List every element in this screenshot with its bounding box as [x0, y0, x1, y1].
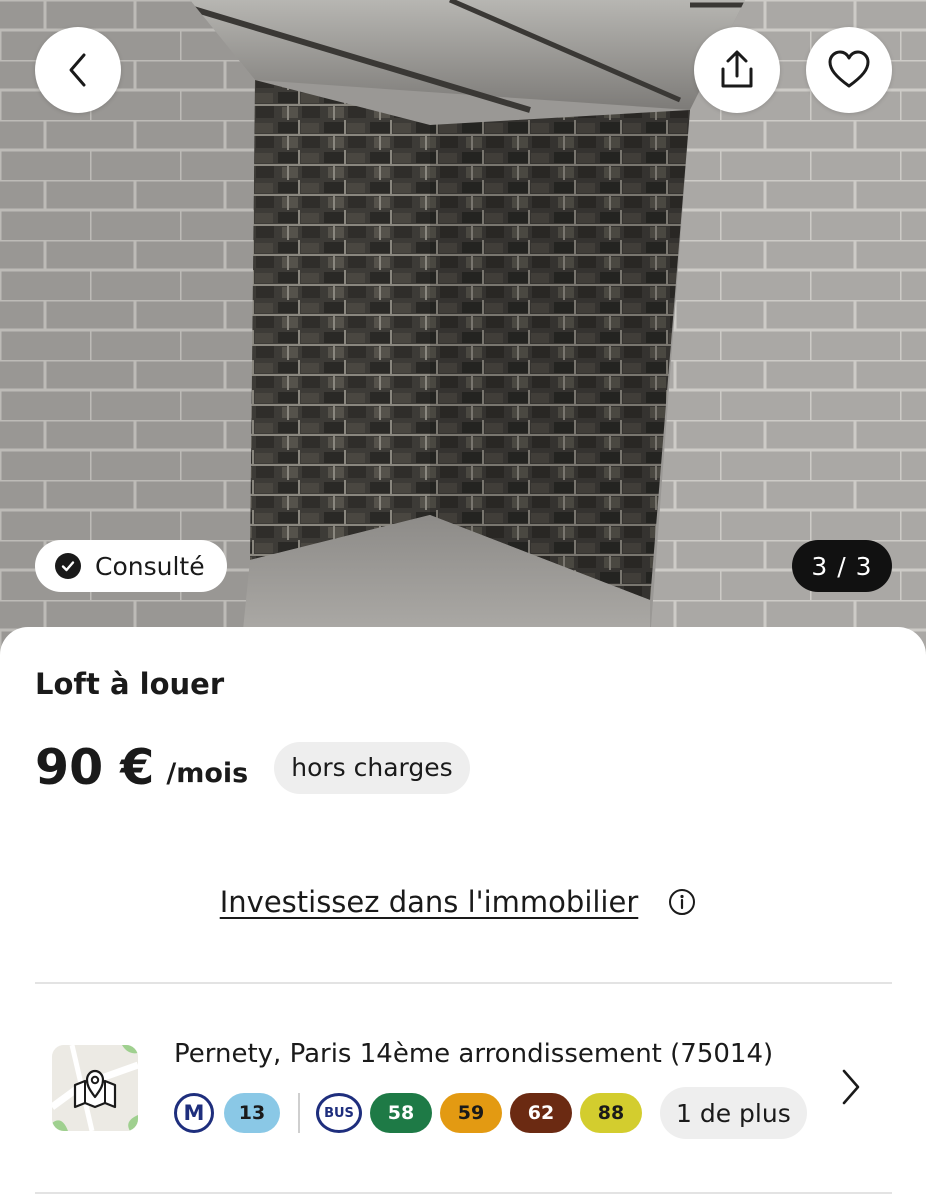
more-lines-badge[interactable]: 1 de plus — [660, 1087, 807, 1139]
price-row: 90 € /mois hors charges — [35, 739, 470, 796]
bus-line-chip: 59 — [440, 1093, 502, 1133]
favorite-button[interactable] — [806, 27, 892, 113]
listing-title: Loft à louer — [35, 667, 225, 701]
map-thumbnail — [52, 1045, 138, 1131]
bus-icon: BUS — [316, 1093, 362, 1133]
check-circle-icon — [55, 553, 81, 579]
chevron-left-icon — [69, 53, 86, 87]
separator — [298, 1093, 300, 1133]
bus-line-chip: 88 — [580, 1093, 642, 1133]
viewed-label: Consulté — [95, 551, 205, 581]
transport-lines: M 13 BUS 58 59 62 88 1 de plus — [174, 1087, 807, 1139]
back-button[interactable] — [35, 27, 121, 113]
invest-row: Investissez dans l'immobilier — [0, 885, 926, 919]
photo-gallery[interactable]: Consulté 3 / 3 — [0, 0, 926, 660]
location-row[interactable]: Pernety, Paris 14ème arrondissement (750… — [0, 1037, 926, 1147]
address: Pernety, Paris 14ème arrondissement (750… — [174, 1039, 774, 1069]
invest-link[interactable]: Investissez dans l'immobilier — [220, 885, 639, 919]
chevron-right-icon[interactable] — [838, 1067, 864, 1111]
price-period: /mois — [166, 758, 249, 789]
viewed-badge: Consulté — [35, 540, 227, 592]
photo-counter: 3 / 3 — [792, 540, 892, 592]
divider — [35, 982, 892, 984]
bus-line-chip: 62 — [510, 1093, 572, 1133]
price: 90 € — [35, 739, 155, 796]
heart-icon — [828, 50, 870, 88]
bus-line-chip: 58 — [370, 1093, 432, 1133]
metro-line-chip: 13 — [224, 1093, 280, 1133]
listing-details: Loft à louer 90 € /mois hors charges Inv… — [0, 627, 926, 1200]
charges-badge: hors charges — [274, 741, 470, 794]
share-button[interactable] — [694, 27, 780, 113]
info-icon[interactable] — [668, 888, 696, 916]
map-pin-icon — [73, 1069, 117, 1109]
share-icon — [721, 50, 753, 88]
divider — [35, 1192, 892, 1194]
metro-icon: M — [174, 1093, 214, 1133]
